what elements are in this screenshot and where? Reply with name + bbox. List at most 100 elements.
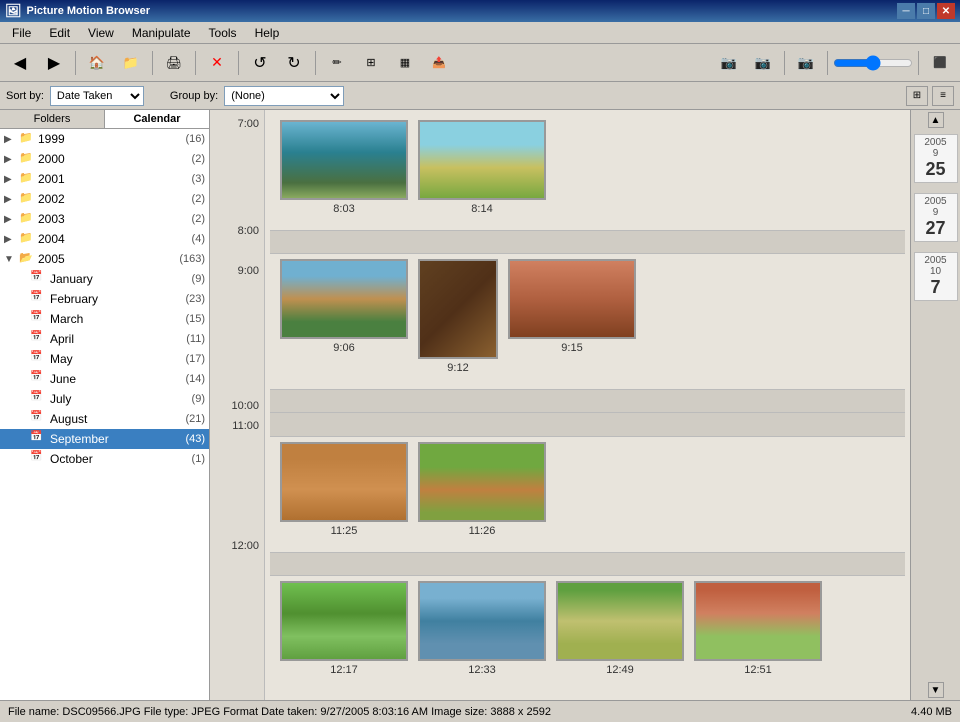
photo-item-906[interactable]: 9:06: [280, 259, 408, 374]
photo-thumb-1217[interactable]: [280, 581, 408, 661]
list-view-button[interactable]: ≡: [932, 86, 954, 106]
back-button[interactable]: ◀: [4, 48, 36, 78]
scroll-down-button[interactable]: ▼: [928, 682, 944, 698]
photo-thumb-912[interactable]: [418, 259, 498, 359]
time-label-7: 7:00: [238, 118, 259, 130]
titlebar: 🖼 Picture Motion Browser ─ □ ✕: [0, 0, 960, 22]
year-item-2000[interactable]: ▶ 📁 2000 (2): [0, 149, 209, 169]
photo-item-1125[interactable]: 11:25: [280, 442, 408, 537]
tab-folders[interactable]: Folders: [0, 110, 105, 128]
time-label-12: 12:00: [231, 540, 259, 552]
rotate-left-button[interactable]: ↺: [244, 48, 276, 78]
expand-icon-2001: ▶: [4, 174, 16, 185]
sort-select[interactable]: Date Taken File Name File Size Date Modi…: [50, 86, 144, 106]
photo-item-1233[interactable]: 12:33: [418, 581, 546, 676]
rotate-right-button[interactable]: ↻: [278, 48, 310, 78]
menu-manipulate[interactable]: Manipulate: [124, 24, 199, 42]
photo-thumb-1233[interactable]: [418, 581, 546, 661]
year-item-2003[interactable]: ▶ 📁 2003 (2): [0, 209, 209, 229]
year-folder-icon-2001: 📁: [19, 171, 35, 187]
photo-item-1126[interactable]: 11:26: [418, 442, 546, 537]
date-marker-27[interactable]: 2005 9 27: [914, 193, 958, 242]
photo-item-1249[interactable]: 12:49: [556, 581, 684, 676]
month-count-march: (15): [185, 313, 205, 325]
grid-view-button[interactable]: ⊞: [906, 86, 928, 106]
view-button[interactable]: ▦: [389, 48, 421, 78]
month-item-october[interactable]: 📅 October (1): [0, 449, 209, 469]
group-select[interactable]: (None) Date Month Year: [224, 86, 344, 106]
photo-thumb-1126[interactable]: [418, 442, 546, 522]
photo-thumb-915[interactable]: [508, 259, 636, 339]
month-item-april[interactable]: 📅 April (11): [0, 329, 209, 349]
menu-view[interactable]: View: [80, 24, 122, 42]
year-item-2001[interactable]: ▶ 📁 2001 (3): [0, 169, 209, 189]
date-year-7: 2005: [919, 255, 953, 266]
menu-file[interactable]: File: [4, 24, 39, 42]
scroll-up-button[interactable]: ▲: [928, 112, 944, 128]
browse-button[interactable]: 📁: [115, 48, 147, 78]
photo-item-915[interactable]: 9:15: [508, 259, 636, 374]
date-marker-25[interactable]: 2005 9 25: [914, 134, 958, 183]
month-item-september[interactable]: 📅 September (43): [0, 429, 209, 449]
photo-thumb-1249[interactable]: [556, 581, 684, 661]
photo-area: 7:00 8:00 9:00 10:00 11:00 12:00 8:03: [210, 110, 960, 700]
zoom-slider[interactable]: [833, 53, 913, 73]
photo-item-803[interactable]: 8:03: [280, 120, 408, 215]
date-month-25: 9: [919, 148, 953, 159]
month-item-june[interactable]: 📅 June (14): [0, 369, 209, 389]
date-year-27: 2005: [919, 196, 953, 207]
expand-icon-2004: ▶: [4, 234, 16, 245]
year-item-1999[interactable]: ▶ 📁 1999 (16): [0, 129, 209, 149]
toolbar-separator-8: [918, 51, 919, 75]
menu-help[interactable]: Help: [247, 24, 288, 42]
photo-thumb-906[interactable]: [280, 259, 408, 339]
menu-tools[interactable]: Tools: [201, 24, 245, 42]
close-button[interactable]: ✕: [937, 3, 955, 19]
toolbar: ◀ ▶ 🏠 📁 🖨 ✕ ↺ ↻ ✏ ⊞ ▦ 📤 📷 📷 📷 ⬛: [0, 44, 960, 82]
month-item-july[interactable]: 📅 July (9): [0, 389, 209, 409]
month-item-august[interactable]: 📅 August (21): [0, 409, 209, 429]
month-item-march[interactable]: 📅 March (15): [0, 309, 209, 329]
camera-button-3[interactable]: 📷: [790, 48, 822, 78]
toolbar-separator-3: [195, 51, 196, 75]
print-button[interactable]: 🖨: [158, 48, 190, 78]
edit-button[interactable]: ✏: [321, 48, 353, 78]
forward-button[interactable]: ▶: [38, 48, 70, 78]
month-item-may[interactable]: 📅 May (17): [0, 349, 209, 369]
month-icon-may: 📅: [30, 351, 46, 367]
sidebar-content: ▶ 📁 1999 (16) ▶ 📁 2000 (2) ▶ 📁 2001 (3): [0, 129, 209, 700]
month-icon-january: 📅: [30, 271, 46, 287]
photo-grid[interactable]: 8:03 8:14 9:06: [265, 110, 910, 700]
photo-item-1217[interactable]: 12:17: [280, 581, 408, 676]
maximize-button[interactable]: □: [917, 3, 935, 19]
tab-calendar[interactable]: Calendar: [105, 110, 209, 128]
photo-thumb-803[interactable]: [280, 120, 408, 200]
time-label-11: 11:00: [232, 420, 259, 432]
camera-button-2[interactable]: 📷: [747, 48, 779, 78]
photo-item-814[interactable]: 8:14: [418, 120, 546, 215]
home-button[interactable]: 🏠: [81, 48, 113, 78]
delete-button[interactable]: ✕: [201, 48, 233, 78]
photo-thumb-1125[interactable]: [280, 442, 408, 522]
year-item-2002[interactable]: ▶ 📁 2002 (2): [0, 189, 209, 209]
sidebar-tabs: Folders Calendar: [0, 110, 209, 129]
fullscreen-button[interactable]: ⬛: [924, 48, 956, 78]
year-item-2004[interactable]: ▶ 📁 2004 (4): [0, 229, 209, 249]
month-item-january[interactable]: 📅 January (9): [0, 269, 209, 289]
month-item-february[interactable]: 📅 February (23): [0, 289, 209, 309]
time-separator-10: [270, 389, 905, 413]
camera-button-1[interactable]: 📷: [713, 48, 745, 78]
minimize-button[interactable]: ─: [897, 3, 915, 19]
photos-row-9: 9:06 9:12 9:15: [270, 254, 905, 379]
photo-time-1126: 11:26: [469, 525, 496, 537]
year-item-2005[interactable]: ▼ 📂 2005 (163): [0, 249, 209, 269]
photo-thumb-814[interactable]: [418, 120, 546, 200]
menu-edit[interactable]: Edit: [41, 24, 78, 42]
photo-thumb-1251[interactable]: [694, 581, 822, 661]
export-button[interactable]: 📤: [423, 48, 455, 78]
adjust-button[interactable]: ⊞: [355, 48, 387, 78]
year-label-2004: 2004: [38, 232, 192, 246]
photo-item-1251[interactable]: 12:51: [694, 581, 822, 676]
photo-item-912[interactable]: 9:12: [418, 259, 498, 374]
date-marker-7[interactable]: 2005 10 7: [914, 252, 958, 301]
